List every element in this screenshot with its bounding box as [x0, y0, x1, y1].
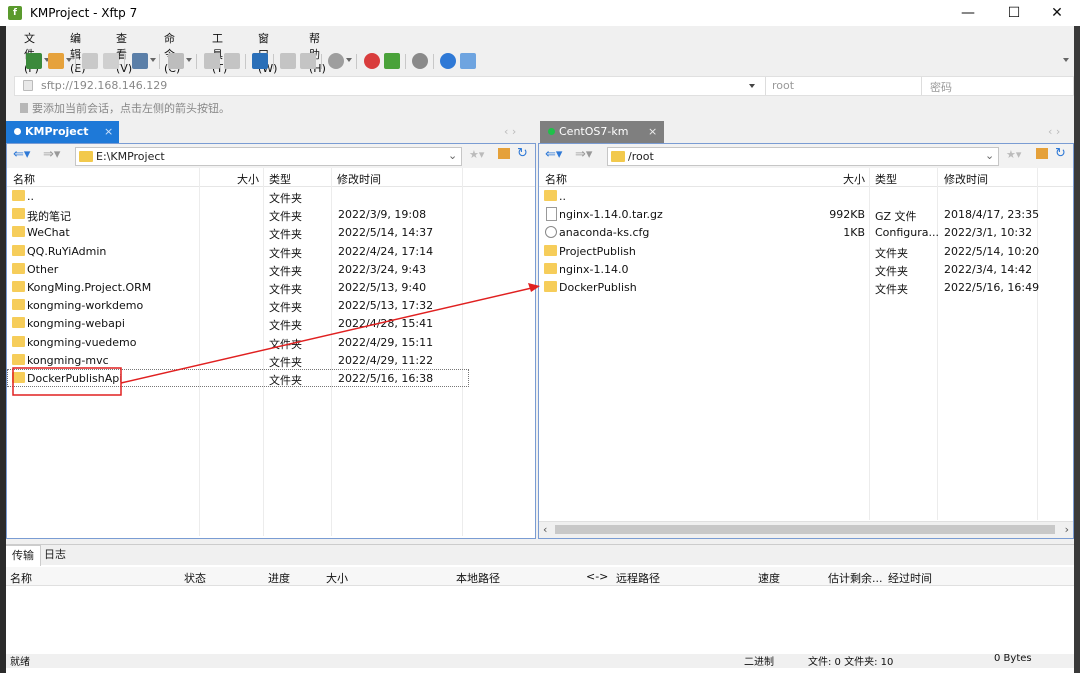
annotation-overlay [12, 283, 540, 396]
annotation-arrow [120, 286, 537, 384]
highlight-box [12, 367, 122, 396]
arrow-head-icon [528, 283, 540, 292]
